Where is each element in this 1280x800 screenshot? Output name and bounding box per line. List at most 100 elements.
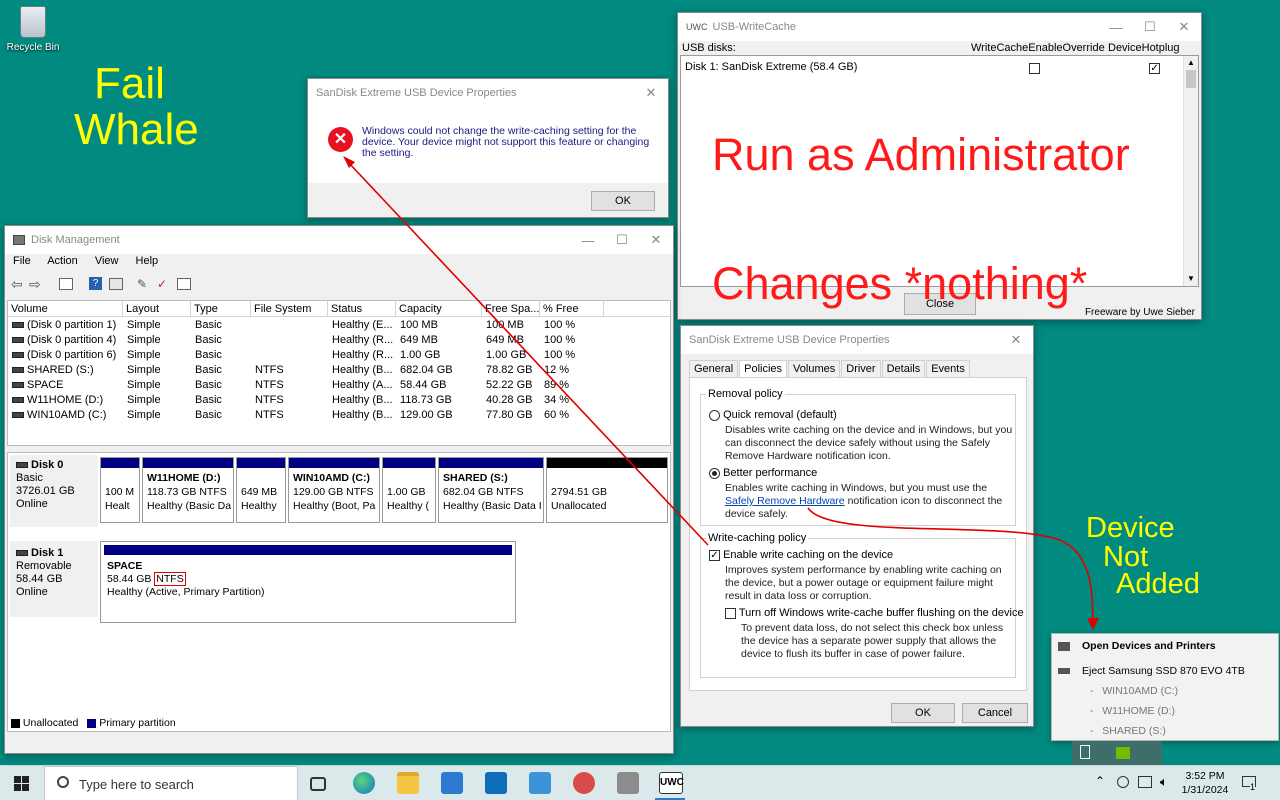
close-icon[interactable]: ✕ [639,232,673,248]
start-button[interactable] [0,766,44,800]
disk1-info[interactable]: Disk 1 Removable 58.44 GB Online [10,541,98,617]
menu-file[interactable]: File [13,255,31,267]
close-icon[interactable]: ✕ [999,332,1033,348]
col-layout[interactable]: Layout [123,301,191,317]
unallocated-partition[interactable]: 2794.51 GB Unallocated [546,457,668,523]
removal-policy-group: Removal policy Quick removal (default) D… [700,388,1016,526]
hotplug-checkbox[interactable]: ✓ [1149,62,1161,74]
props-ok-button[interactable]: OK [891,703,955,723]
table-cell: NTFS [255,409,284,421]
col-type[interactable]: Type [191,301,251,317]
network-icon[interactable] [1138,776,1152,788]
check-icon[interactable]: ✓ [157,277,167,291]
table-row[interactable]: (Disk 0 partition 6) Simple Basic Healthy (… [8,348,608,363]
properties-icon[interactable] [59,278,73,290]
paint-icon[interactable] [573,772,595,794]
partition-block[interactable]: SHARED (S:) 682.04 GB NTFS Healthy (Basic … [438,457,544,523]
open-devices-item[interactable]: Open Devices and Printers [1058,640,1216,652]
error-ok-button[interactable]: OK [591,191,655,211]
task-view-icon[interactable] [310,777,326,791]
enable-write-cache-option[interactable]: ✓ Enable write caching on the device [709,549,893,561]
maximize-icon[interactable]: ☐ [605,232,639,248]
settings-icon[interactable] [177,278,191,290]
quick-removal-label: Quick removal (default) [723,409,837,421]
tab-volumes[interactable]: Volumes [788,360,841,377]
usb-disk-row[interactable]: Disk 1: SanDisk Extreme (58.4 GB) [685,61,857,73]
menu-help[interactable]: Help [136,255,159,267]
tab-driver[interactable]: Driver [841,360,881,377]
safely-remove-link[interactable]: Safely Remove Hardware [725,495,845,507]
meet-now-icon[interactable] [1117,776,1129,788]
back-arrow-icon[interactable]: ⇦ [11,276,23,293]
scroll-up-icon[interactable]: ▲ [1184,56,1198,70]
nvidia-icon[interactable] [1116,747,1130,759]
quick-removal-radio[interactable] [709,409,720,421]
col-free-space[interactable]: Free Spa... [482,301,540,317]
minimize-icon[interactable]: — [1099,20,1133,35]
menu-action[interactable]: Action [47,255,78,267]
table-row[interactable]: SPACE Simple Basic NTFS Healthy (A... 58.44 G… [8,378,608,393]
partition-block[interactable]: WIN10AMD (C:) 129.00 GB NTFS Healthy (Boot… [288,457,380,523]
tray-chevron-icon[interactable]: ⌃ [1095,774,1105,788]
turn-off-flush-checkbox[interactable] [725,607,736,619]
table-row[interactable]: W11HOME (D:) Simple Basic NTFS Healthy (B...… [8,393,608,408]
uwc-task-icon[interactable]: UWC [659,772,684,794]
table-row[interactable]: WIN10AMD (C:) Simple Basic NTFS Healthy (B..… [8,408,608,423]
maximize-icon[interactable]: ☐ [1133,19,1167,35]
forward-arrow-icon[interactable]: ⇨ [29,276,41,293]
close-icon[interactable]: ✕ [1167,19,1201,35]
col-status[interactable]: Status [328,301,396,317]
edge-icon[interactable] [353,772,375,794]
enable-write-cache-checkbox[interactable]: ✓ [709,549,720,561]
col-capacity[interactable]: Capacity [396,301,482,317]
tab-events[interactable]: Events [926,360,970,377]
disk1-partition-space[interactable]: SPACE 58.44 GB NTFS Healthy (Active, Pri… [100,541,516,623]
outlook-icon[interactable] [529,772,551,794]
partition-block[interactable]: 1.00 GB Healthy ( [382,457,436,523]
tab-policies[interactable]: Policies [739,360,788,377]
store-icon[interactable] [441,772,463,794]
disk-icon [16,462,28,469]
col-filesystem[interactable]: File System [251,301,328,317]
partition-block[interactable]: W11HOME (D:) 118.73 GB NTFS Healthy (Basic… [142,457,234,523]
col-percent-free[interactable]: % Free [540,301,604,317]
uwc-scrollbar[interactable]: ▲ ▼ [1183,56,1198,286]
partition-block[interactable]: 649 MB Healthy [236,457,286,523]
usb-eject-icon[interactable] [1080,745,1090,759]
col-volume[interactable]: Volume [8,301,123,317]
disk-mgmt-task-icon[interactable] [617,772,639,794]
disk0-info[interactable]: Disk 0 Basic 3726.01 GB Online [10,455,98,527]
help-icon[interactable]: ? [89,277,102,290]
turn-off-flush-option[interactable]: Turn off Windows write-cache buffer flus… [725,607,1024,619]
props-cancel-button[interactable]: Cancel [962,703,1028,723]
view-icon[interactable] [109,278,123,290]
scroll-down-icon[interactable]: ▼ [1184,272,1198,286]
clock[interactable]: 3:52 PM 1/31/2024 [1180,769,1230,797]
mail-icon[interactable] [485,772,507,794]
eject-item[interactable]: Eject Samsung SSD 870 EVO 4TB [1058,665,1245,677]
partition-block[interactable]: 100 M Healt [100,457,140,523]
better-perf-radio[interactable] [709,467,720,479]
file-explorer-icon[interactable] [397,772,419,794]
volume-icon[interactable]: 🔈︎ [1160,774,1168,790]
connect-icon[interactable]: ✎ [137,277,147,291]
tab-details[interactable]: Details [881,360,926,377]
table-row[interactable]: SHARED (S:) Simple Basic NTFS Healthy (B... 6… [8,363,608,378]
minimize-icon[interactable]: — [571,233,605,248]
taskbar-search[interactable]: Type here to search [44,766,298,800]
table-row[interactable]: (Disk 0 partition 1) Simple Basic Healthy (… [8,318,608,333]
tab-general[interactable]: General [689,360,739,377]
override-checkbox[interactable] [1029,62,1040,74]
error-icon: ✕ [328,127,353,152]
menu-view[interactable]: View [95,255,119,267]
partition-size: 129.00 GB NTFS [293,486,374,498]
quick-removal-option[interactable]: Quick removal (default) [709,409,837,421]
recycle-bin[interactable]: Recycle Bin [4,6,62,68]
better-perf-option[interactable]: Better performance [709,467,817,479]
notification-button[interactable]: 1 [1240,773,1262,793]
tray-volume-0: - WIN10AMD (C:) [1090,685,1179,697]
volume-drive-icon [12,412,24,419]
scroll-thumb[interactable] [1186,70,1196,88]
close-icon[interactable]: ✕ [634,85,668,101]
table-row[interactable]: (Disk 0 partition 4) Simple Basic Healthy (… [8,333,608,348]
